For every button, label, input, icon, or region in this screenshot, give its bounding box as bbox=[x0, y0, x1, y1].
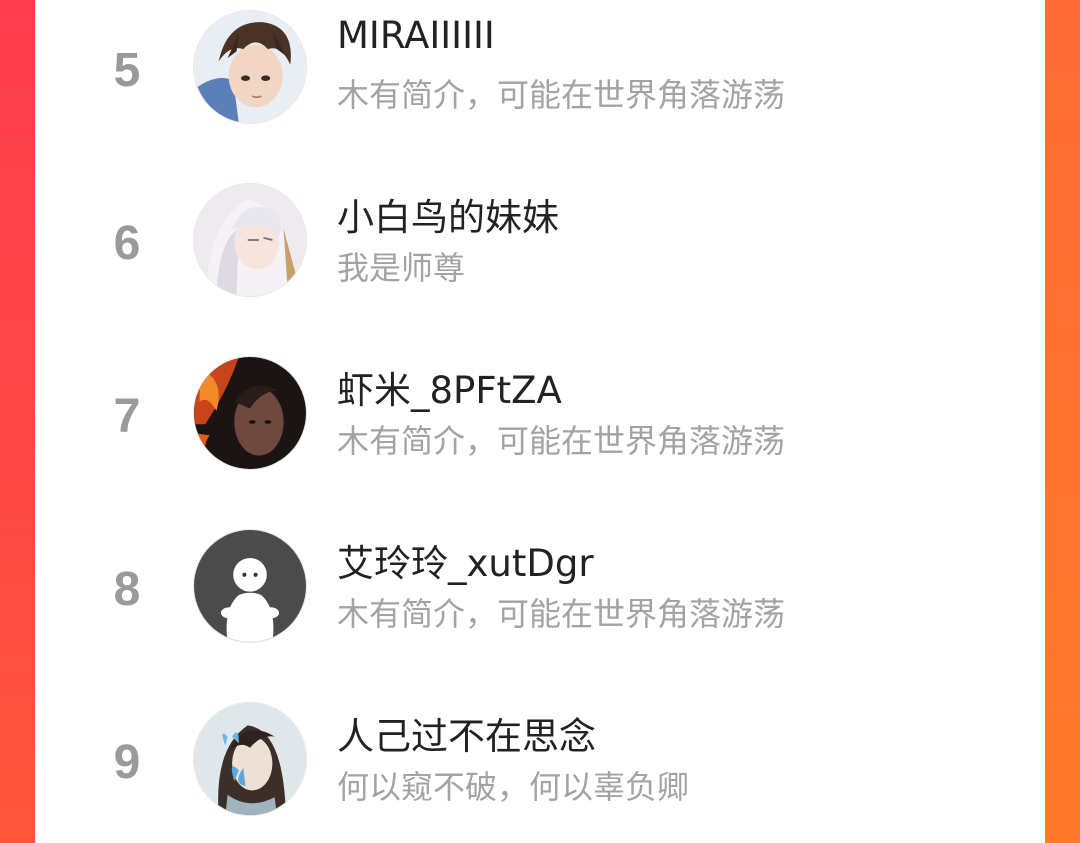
list-item[interactable]: 9 人己过不在思念 何以窥不破，何以辜负卿 bbox=[35, 692, 1045, 842]
anime-boy-brown-hair-avatar-icon[interactable] bbox=[193, 10, 307, 124]
list-item[interactable]: 8 艾玲玲_xutDgr 木有简介，可能在世界角落游荡 bbox=[35, 519, 1045, 669]
user-name[interactable]: 人己过不在思念 bbox=[337, 706, 596, 760]
rank-number: 9 bbox=[113, 736, 141, 789]
user-bio: 我是师尊 bbox=[337, 249, 466, 287]
butterfly-portrait-avatar-icon[interactable] bbox=[193, 702, 307, 816]
list-item[interactable]: 7 虾米_8PFtZA 木有简介，可能在世界角落游荡 bbox=[35, 346, 1045, 496]
user-bio: 木有简介，可能在世界角落游荡 bbox=[337, 595, 786, 633]
rank-number: 5 bbox=[113, 44, 141, 97]
ranking-list-panel: 5 MIRAIIIIII 木有简介，可能在世界角落游荡 6 小白鸟的妹妹 我是师… bbox=[35, 0, 1045, 843]
anime-white-hair-avatar-icon[interactable] bbox=[193, 183, 307, 297]
list-item[interactable]: 6 小白鸟的妹妹 我是师尊 bbox=[35, 173, 1045, 323]
user-name[interactable]: 艾玲玲_xutDgr bbox=[337, 533, 594, 587]
user-bio: 何以窥不破，何以辜负卿 bbox=[337, 768, 690, 806]
default-ghost-avatar-icon[interactable] bbox=[193, 529, 307, 643]
fire-portrait-avatar-icon[interactable] bbox=[193, 356, 307, 470]
user-bio: 木有简介，可能在世界角落游荡 bbox=[337, 76, 786, 114]
rank-number: 8 bbox=[113, 563, 141, 616]
list-item[interactable]: 5 MIRAIIIIII 木有简介，可能在世界角落游荡 bbox=[35, 0, 1045, 150]
right-gradient-border bbox=[1045, 0, 1080, 843]
user-name[interactable]: 小白鸟的妹妹 bbox=[337, 187, 559, 241]
left-gradient-border bbox=[0, 0, 35, 843]
user-name[interactable]: MIRAIIIIII bbox=[337, 14, 495, 57]
user-name[interactable]: 虾米_8PFtZA bbox=[337, 360, 562, 414]
rank-number: 7 bbox=[113, 390, 141, 443]
rank-number: 6 bbox=[113, 217, 141, 270]
user-bio: 木有简介，可能在世界角落游荡 bbox=[337, 422, 786, 460]
